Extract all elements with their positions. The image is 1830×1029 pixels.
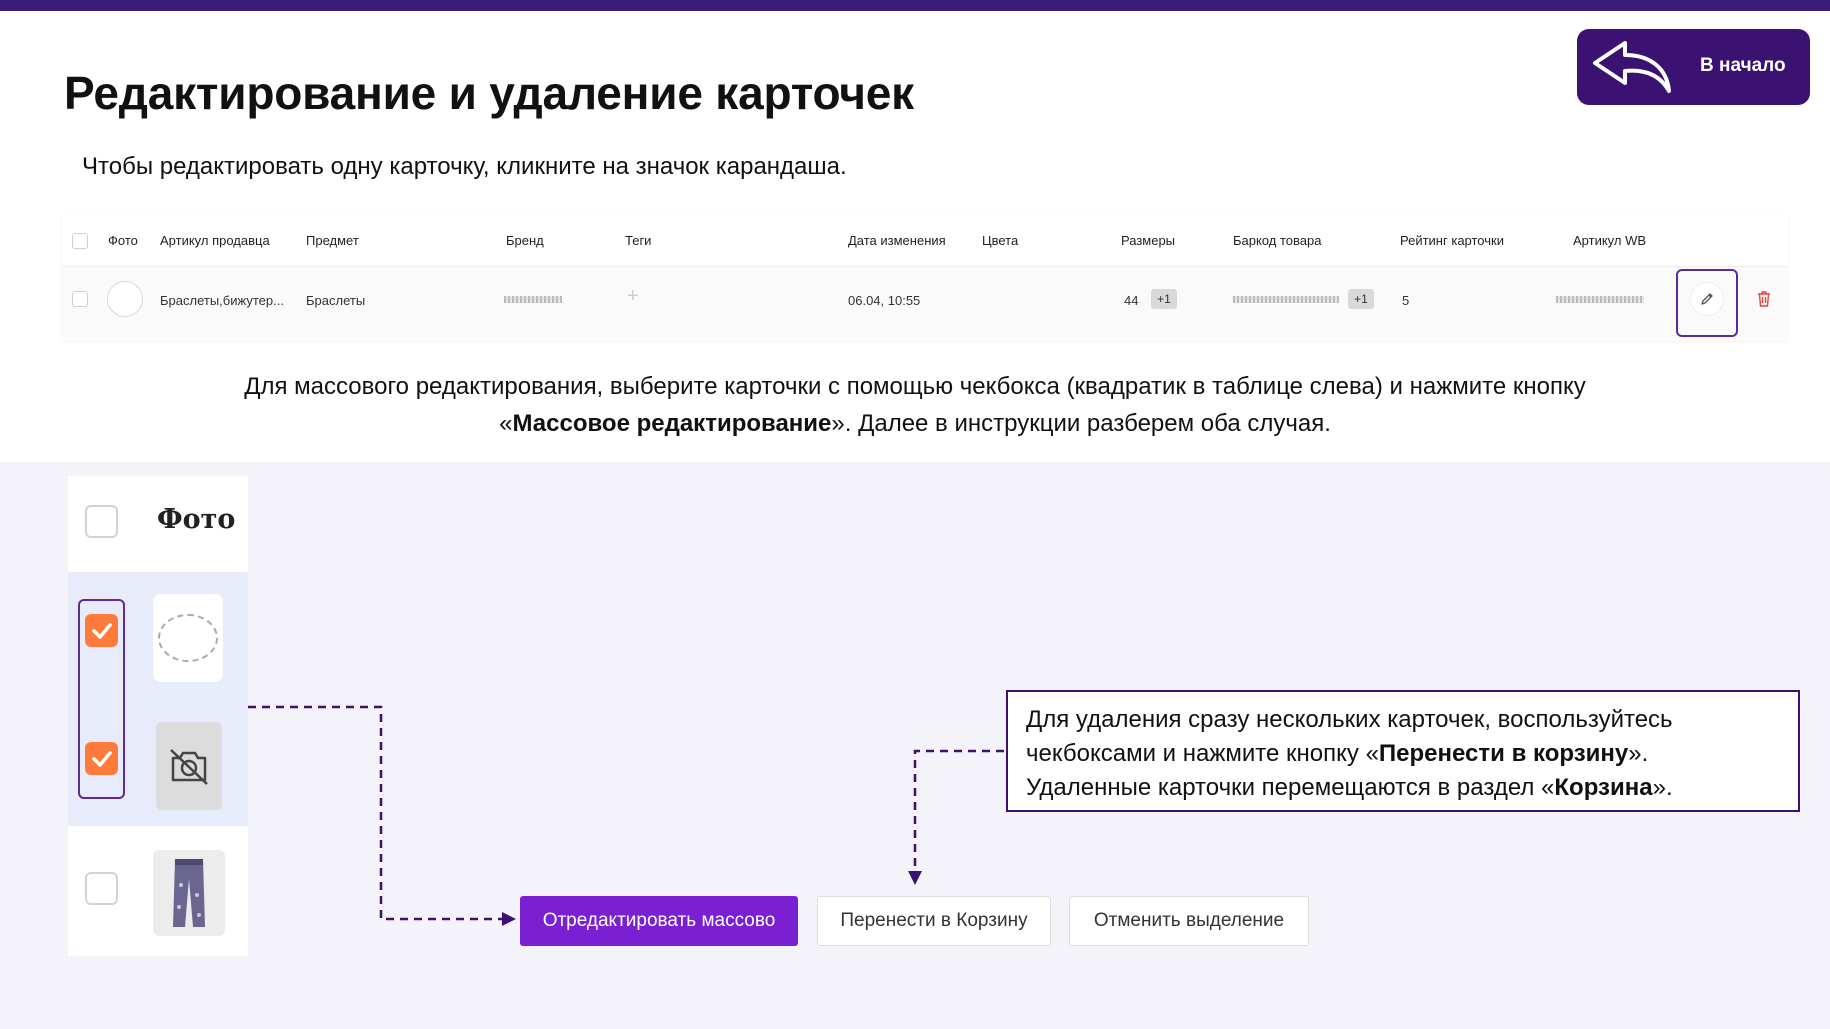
table-row: Браслеты,бижутер... Браслеты + 06.04, 10… bbox=[62, 267, 1788, 341]
check-icon bbox=[91, 750, 112, 767]
cards-table: Фото Артикул продавца Предмет Бренд Теги… bbox=[62, 215, 1788, 341]
mini-table-header: Фото bbox=[68, 476, 248, 572]
col-rating: Рейтинг карточки bbox=[1400, 233, 1504, 248]
cancel-selection-button[interactable]: Отменить выделение bbox=[1069, 896, 1309, 946]
row3-photo-pants bbox=[153, 850, 225, 936]
callout-part3: ». bbox=[1652, 774, 1673, 801]
add-tag-icon[interactable]: + bbox=[627, 285, 639, 308]
col-brand: Бренд bbox=[506, 233, 544, 248]
row-checkbox[interactable] bbox=[72, 291, 88, 307]
date-value: 06.04, 10:55 bbox=[848, 293, 921, 308]
col-seller-article: Артикул продавца bbox=[160, 233, 270, 248]
seller-article-value: Браслеты,бижутер... bbox=[160, 293, 284, 308]
col-photo: Фото bbox=[108, 233, 138, 248]
mass-text-line2: «Массовое редактирование». Далее в инстр… bbox=[0, 405, 1830, 442]
move-to-trash-button[interactable]: Перенести в Корзину bbox=[817, 896, 1051, 946]
mass-text-rest: ». Далее в инструкции разберем оба случа… bbox=[831, 410, 1331, 437]
callout-bold2: Корзина bbox=[1554, 774, 1653, 801]
barcode-blurred bbox=[1233, 296, 1339, 303]
top-bar bbox=[0, 0, 1830, 11]
pencil-icon bbox=[1701, 293, 1713, 305]
quote-open: « bbox=[499, 410, 513, 437]
row1-photo bbox=[153, 594, 223, 682]
trash-icon bbox=[1758, 291, 1770, 307]
edit-button[interactable] bbox=[1690, 282, 1724, 316]
mass-edit-button[interactable]: Отредактировать массово bbox=[520, 896, 798, 946]
mini-photo-header: Фото bbox=[157, 504, 236, 535]
check-icon bbox=[91, 622, 112, 639]
mass-edit-instruction: Для массового редактирования, выберите к… bbox=[0, 368, 1830, 442]
brand-blurred bbox=[504, 296, 562, 303]
callout-bold1: Перенести в корзину bbox=[1378, 740, 1629, 767]
select-all-checkbox[interactable] bbox=[72, 233, 88, 249]
rating-value: 5 bbox=[1402, 293, 1410, 308]
delete-button[interactable] bbox=[1752, 286, 1776, 312]
barcode-more-badge[interactable]: +1 bbox=[1348, 289, 1374, 309]
page-title: Редактирование и удаление карточек bbox=[64, 67, 914, 119]
col-date-modified: Дата изменения bbox=[848, 233, 946, 248]
home-button-label: В начало bbox=[1700, 55, 1786, 76]
article-wb-blurred bbox=[1556, 296, 1644, 303]
mass-text-bold: Массовое редактирование bbox=[512, 410, 832, 437]
home-button[interactable]: В начало bbox=[1577, 29, 1810, 105]
col-barcode: Баркод товара bbox=[1233, 233, 1322, 248]
pants-icon bbox=[173, 859, 205, 927]
delete-callout: Для удаления сразу нескольких карточек, … bbox=[1006, 690, 1800, 812]
no-photo-camera-icon bbox=[170, 749, 208, 785]
col-colors: Цвета bbox=[982, 233, 1019, 248]
mini-select-all-checkbox[interactable] bbox=[85, 505, 118, 538]
row3-checkbox[interactable] bbox=[85, 872, 118, 905]
col-article-wb: Артикул WB bbox=[1573, 233, 1647, 248]
placeholder-circle bbox=[158, 614, 218, 662]
product-photo bbox=[107, 281, 143, 317]
subtitle: Чтобы редактировать одну карточку, кликн… bbox=[82, 153, 847, 180]
col-subject: Предмет bbox=[306, 233, 359, 248]
row2-photo bbox=[156, 722, 222, 810]
back-arrow-icon bbox=[1593, 41, 1671, 93]
subject-value: Браслеты bbox=[306, 293, 366, 308]
row1-checkbox-checked[interactable] bbox=[85, 614, 118, 647]
size-more-badge[interactable]: +1 bbox=[1151, 289, 1177, 309]
col-tags: Теги bbox=[625, 233, 652, 248]
mini-table: Фото bbox=[68, 476, 248, 956]
row2-checkbox-checked[interactable] bbox=[85, 742, 118, 775]
table-header: Фото Артикул продавца Предмет Бренд Теги… bbox=[62, 215, 1788, 267]
col-sizes: Размеры bbox=[1121, 233, 1176, 248]
mass-text-line1: Для массового редактирования, выберите к… bbox=[244, 373, 1586, 400]
size-value: 44 bbox=[1124, 293, 1139, 308]
